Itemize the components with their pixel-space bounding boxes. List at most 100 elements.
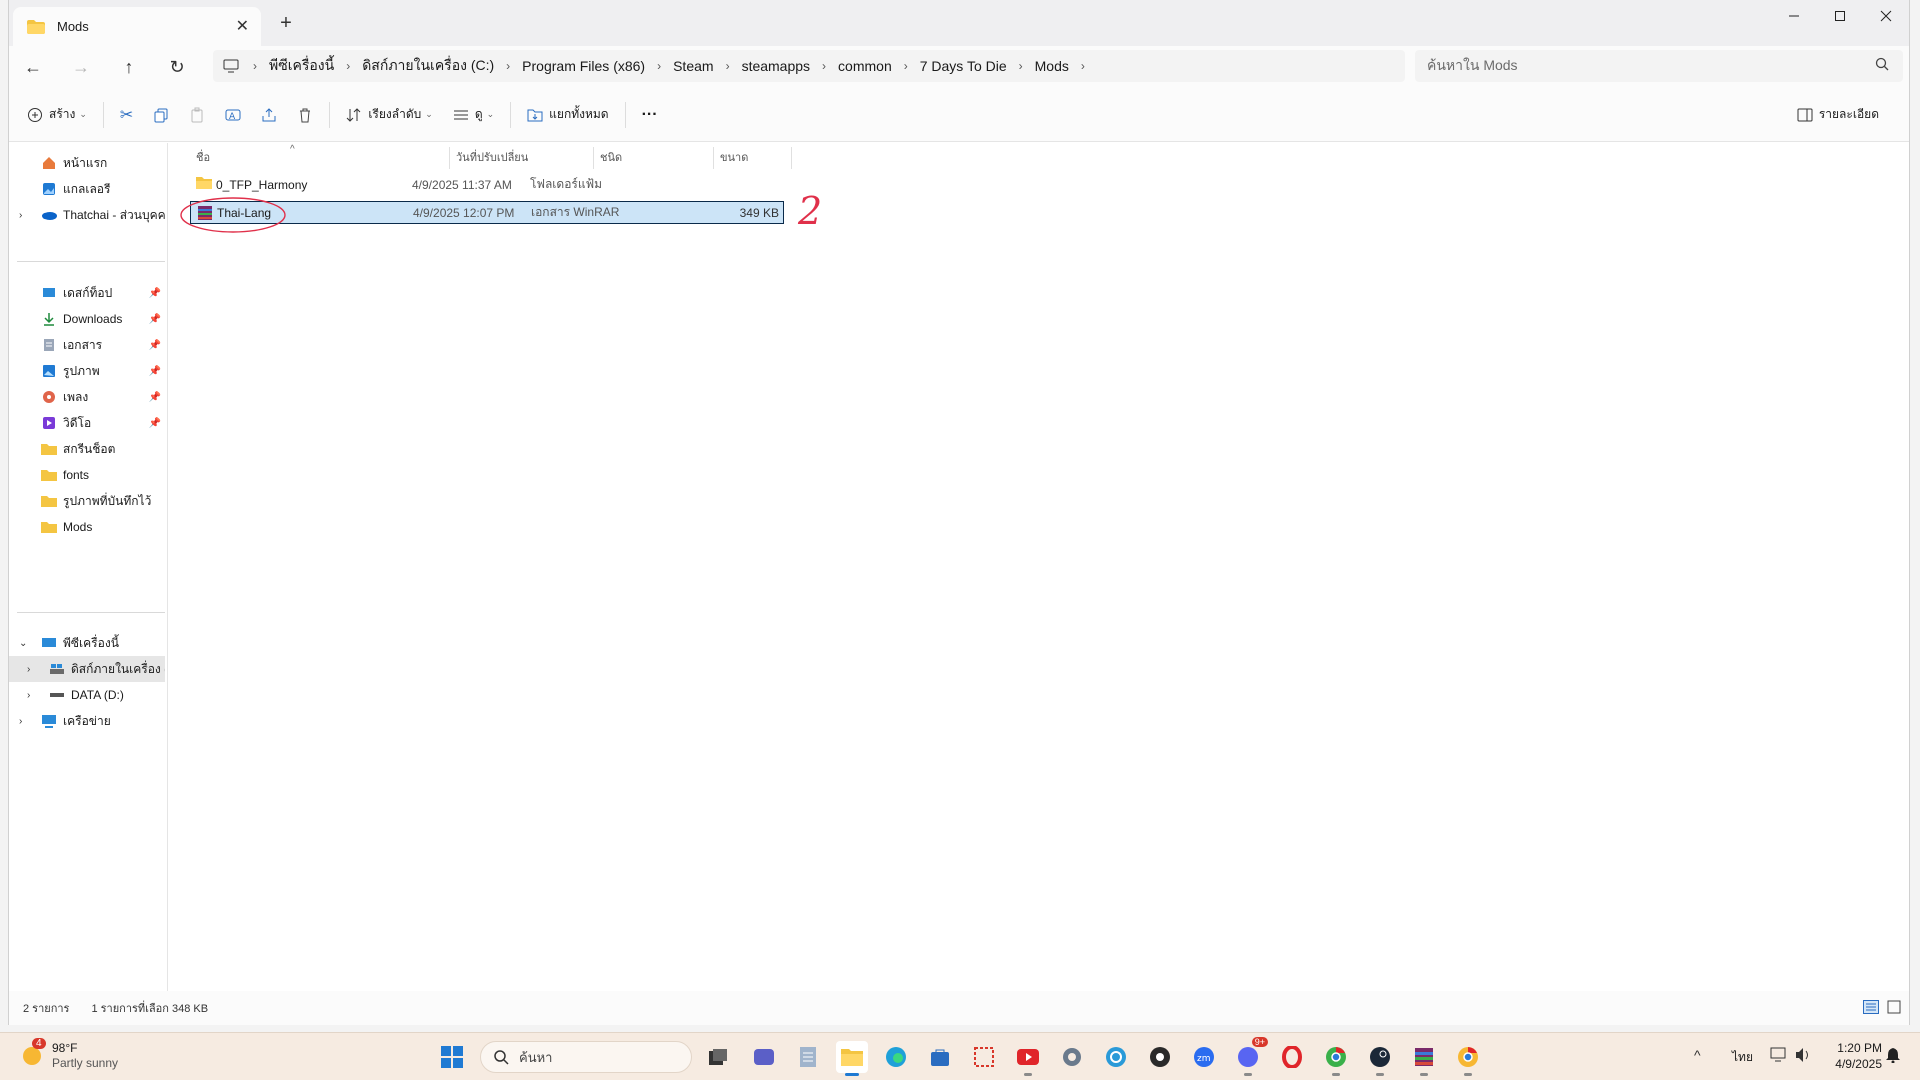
store-app[interactable]	[924, 1041, 956, 1073]
column-header-size[interactable]: ขนาด	[714, 147, 792, 169]
sidebar-item-videos[interactable]: วิดีโอ 📌	[9, 410, 165, 436]
tab-mods[interactable]: Mods ✕	[13, 7, 261, 46]
start-button[interactable]	[436, 1041, 468, 1073]
back-button[interactable]: ←	[9, 49, 57, 85]
notepad-app[interactable]	[792, 1041, 824, 1073]
sidebar-item-onedrive[interactable]: › Thatchai - ส่วนบุคคล	[9, 202, 165, 228]
file-explorer-app[interactable]	[836, 1041, 868, 1076]
details-view-icon[interactable]	[1863, 1000, 1879, 1017]
chevron-right-icon[interactable]: ›	[19, 716, 22, 727]
delete-button[interactable]	[287, 97, 323, 133]
sidebar-item-this-pc[interactable]: ⌄ พีซีเครื่องนี้	[9, 630, 165, 656]
sidebar-item-mods[interactable]: Mods	[9, 514, 165, 540]
pin-icon[interactable]: 📌	[149, 418, 161, 429]
forward-button[interactable]: →	[57, 49, 105, 85]
sidebar-item-gallery[interactable]: แกลเลอรี	[9, 176, 165, 202]
pin-icon[interactable]: 📌	[149, 314, 161, 325]
sidebar-item-fonts[interactable]: fonts	[9, 462, 165, 488]
weather-widget[interactable]: 4 98°F Partly sunny	[18, 1038, 118, 1071]
rename-button[interactable]: A	[215, 97, 251, 133]
sidebar-item-home[interactable]: หน้าแรก	[9, 150, 165, 176]
view-button[interactable]: ดู ⌄	[443, 97, 504, 133]
breadcrumb-item[interactable]: steamapps	[736, 58, 816, 74]
network-tray-icon[interactable]	[1770, 1047, 1788, 1066]
breadcrumb-item[interactable]: ดิสก์ภายในเครื่อง (C:)	[356, 55, 500, 77]
breadcrumb-item[interactable]: common	[832, 58, 898, 74]
more-options-button[interactable]: ···	[632, 97, 668, 133]
sort-button[interactable]: เรียงลำดับ ⌄	[336, 97, 443, 133]
breadcrumb-item[interactable]: 7 Days To Die	[914, 58, 1013, 74]
chevron-down-icon[interactable]: ⌄	[19, 638, 27, 649]
sidebar-item-documents[interactable]: เอกสาร 📌	[9, 332, 165, 358]
paste-button[interactable]	[179, 97, 215, 133]
youtube-app[interactable]	[1012, 1041, 1044, 1076]
edge-app[interactable]	[880, 1041, 912, 1073]
sidebar-item-drive-d[interactable]: › DATA (D:)	[9, 682, 165, 708]
taskbar-search[interactable]: ค้นหา	[480, 1041, 692, 1073]
tiles-view-icon[interactable]	[1887, 1000, 1901, 1017]
tray-overflow-icon[interactable]: ^	[1694, 1047, 1701, 1063]
refresh-button[interactable]: ↻	[153, 49, 201, 85]
settings-app[interactable]	[1056, 1041, 1088, 1073]
search-input[interactable]: ค้นหาใน Mods	[1415, 50, 1903, 82]
copy-button[interactable]	[143, 97, 179, 133]
discord-app[interactable]: 9+	[1232, 1037, 1268, 1076]
pin-icon[interactable]: 📌	[149, 288, 161, 299]
notification-bell-icon[interactable]	[1886, 1047, 1900, 1066]
file-row[interactable]: 0_TFP_Harmony 4/9/2025 11:37 AM โฟลเดอร์…	[190, 173, 784, 196]
snipping-tool-app[interactable]	[968, 1041, 1000, 1073]
sidebar-item-saved-pictures[interactable]: รูปภาพที่บันทึกไว้	[9, 488, 165, 514]
breadcrumb-chevron-icon[interactable]: ›	[340, 59, 356, 73]
minimize-button[interactable]	[1771, 0, 1817, 32]
opera-app[interactable]	[1276, 1041, 1308, 1073]
pin-icon[interactable]: 📌	[149, 392, 161, 403]
column-header-name[interactable]: ชื่อ ^	[168, 144, 450, 169]
cut-button[interactable]: ✂	[110, 97, 143, 133]
breadcrumb-chevron-icon[interactable]: ›	[720, 59, 736, 73]
extract-all-button[interactable]: แยกทั้งหมด	[517, 97, 618, 133]
chevron-right-icon[interactable]: ›	[27, 690, 30, 701]
share-button[interactable]	[251, 97, 287, 133]
address-bar[interactable]: › พีซีเครื่องนี้ › ดิสก์ภายในเครื่อง (C:)…	[213, 50, 1405, 82]
clock[interactable]: 1:20 PM 4/9/2025	[1818, 1040, 1882, 1072]
zoom-app[interactable]: zm	[1188, 1041, 1220, 1073]
breadcrumb-chevron-icon[interactable]: ›	[1013, 59, 1029, 73]
details-pane-button[interactable]: รายละเอียด	[1787, 97, 1889, 133]
sidebar-item-pictures[interactable]: รูปภาพ 📌	[9, 358, 165, 384]
breadcrumb-chevron-icon[interactable]: ›	[898, 59, 914, 73]
winrar-app[interactable]	[1408, 1041, 1440, 1076]
pin-icon[interactable]: 📌	[149, 340, 161, 351]
sidebar-item-desktop[interactable]: เดสก์ท็อป 📌	[9, 280, 165, 306]
breadcrumb-item[interactable]: Program Files (x86)	[516, 58, 651, 74]
sidebar-item-drive-c[interactable]: › ดิสก์ภายในเครื่อง (C:)	[9, 656, 165, 682]
language-indicator[interactable]: ไทย	[1732, 1048, 1753, 1067]
new-button[interactable]: สร้าง ⌄	[17, 97, 97, 133]
column-header-modified[interactable]: วันที่ปรับเปลี่ยน	[450, 147, 594, 169]
new-tab-button[interactable]: +	[271, 12, 301, 35]
sidebar-item-screenshots[interactable]: สกรีนช็อต	[9, 436, 165, 462]
cortana-app[interactable]	[1100, 1041, 1132, 1073]
close-window-button[interactable]	[1863, 0, 1909, 32]
breadcrumb-chevron-icon[interactable]: ›	[1075, 59, 1091, 73]
pin-icon[interactable]: 📌	[149, 366, 161, 377]
chrome-app[interactable]	[1320, 1041, 1352, 1076]
breadcrumb-item[interactable]: Steam	[667, 58, 719, 74]
steam-app[interactable]	[1364, 1041, 1396, 1076]
breadcrumb-item[interactable]: Mods	[1029, 58, 1075, 74]
chevron-right-icon[interactable]: ›	[27, 664, 30, 675]
up-button[interactable]: ↑	[105, 49, 153, 85]
chevron-right-icon[interactable]: ›	[19, 210, 22, 221]
volume-icon[interactable]	[1794, 1047, 1812, 1066]
column-header-type[interactable]: ชนิด	[594, 147, 714, 169]
close-tab-icon[interactable]: ✕	[236, 16, 249, 36]
obs-app[interactable]	[1144, 1041, 1176, 1073]
task-view-button[interactable]	[702, 1041, 734, 1073]
breadcrumb-chevron-icon[interactable]: ›	[247, 59, 263, 73]
chrome-profile-app[interactable]	[1452, 1041, 1484, 1076]
sidebar-item-downloads[interactable]: Downloads 📌	[9, 306, 165, 332]
breadcrumb-chevron-icon[interactable]: ›	[500, 59, 516, 73]
breadcrumb-chevron-icon[interactable]: ›	[816, 59, 832, 73]
teams-app[interactable]	[748, 1041, 780, 1073]
sidebar-item-music[interactable]: เพลง 📌	[9, 384, 165, 410]
breadcrumb-item[interactable]: พีซีเครื่องนี้	[263, 55, 340, 77]
